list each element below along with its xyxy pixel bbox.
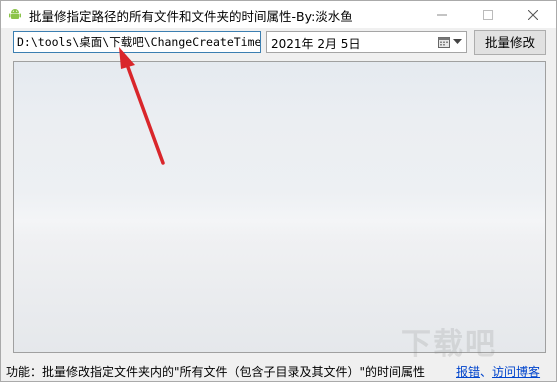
close-icon [528,9,538,20]
maximize-icon [483,9,493,20]
result-list-area[interactable] [13,61,546,353]
minimize-icon [437,14,447,15]
red-arrow-annotation [119,47,165,165]
status-bar: 功能：批量修改指定文件夹内的"所有文件（包含子目录及其文件）"的时间属性 报错、… [1,359,556,381]
chevron-down-icon[interactable] [453,39,462,45]
window-title: 批量修指定路径的所有文件和文件夹的时间属性-By:淡水鱼 [29,9,353,24]
report-error-link[interactable]: 报错 [456,365,480,379]
title-bar[interactable]: 批量修指定路径的所有文件和文件夹的时间属性-By:淡水鱼 [1,1,556,28]
android-icon [8,7,22,21]
minimize-button[interactable] [419,1,465,28]
date-value: 2021年 2月 5日 [271,37,361,51]
calendar-icon[interactable] [438,36,450,48]
date-picker[interactable]: 2021年 2月 5日 [266,31,467,53]
batch-modify-button[interactable]: 批量修改 [474,30,546,55]
watermark-logo: 下载吧 [401,327,497,362]
close-button[interactable] [510,1,556,28]
visit-blog-link[interactable]: 访问博客 [492,365,540,379]
status-links: 报错、访问博客 [456,363,540,380]
link-separator: 、 [480,365,493,379]
status-description: 功能：批量修改指定文件夹内的"所有文件（包含子目录及其文件）"的时间属性 [6,365,426,379]
maximize-button[interactable] [465,1,511,28]
app-window: 批量修指定路径的所有文件和文件夹的时间属性-By:淡水鱼 D:\tools\桌面… [0,0,557,382]
